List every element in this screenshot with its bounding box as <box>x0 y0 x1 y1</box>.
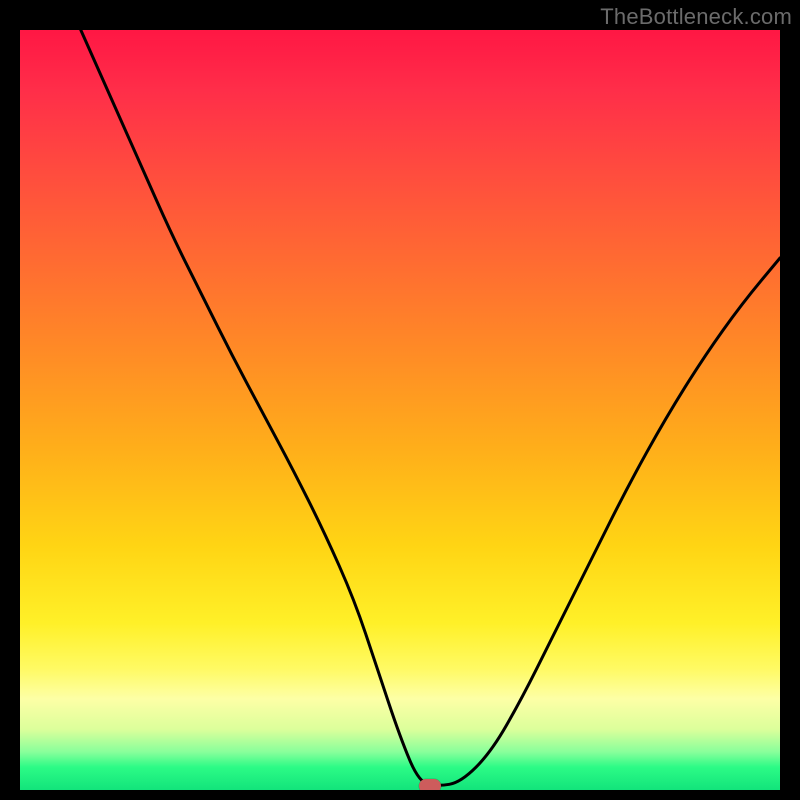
chart-frame: TheBottleneck.com <box>0 0 800 800</box>
plot-area <box>20 30 780 790</box>
minimum-marker <box>419 779 441 790</box>
bottleneck-curve <box>20 30 780 790</box>
watermark-text: TheBottleneck.com <box>600 4 792 30</box>
